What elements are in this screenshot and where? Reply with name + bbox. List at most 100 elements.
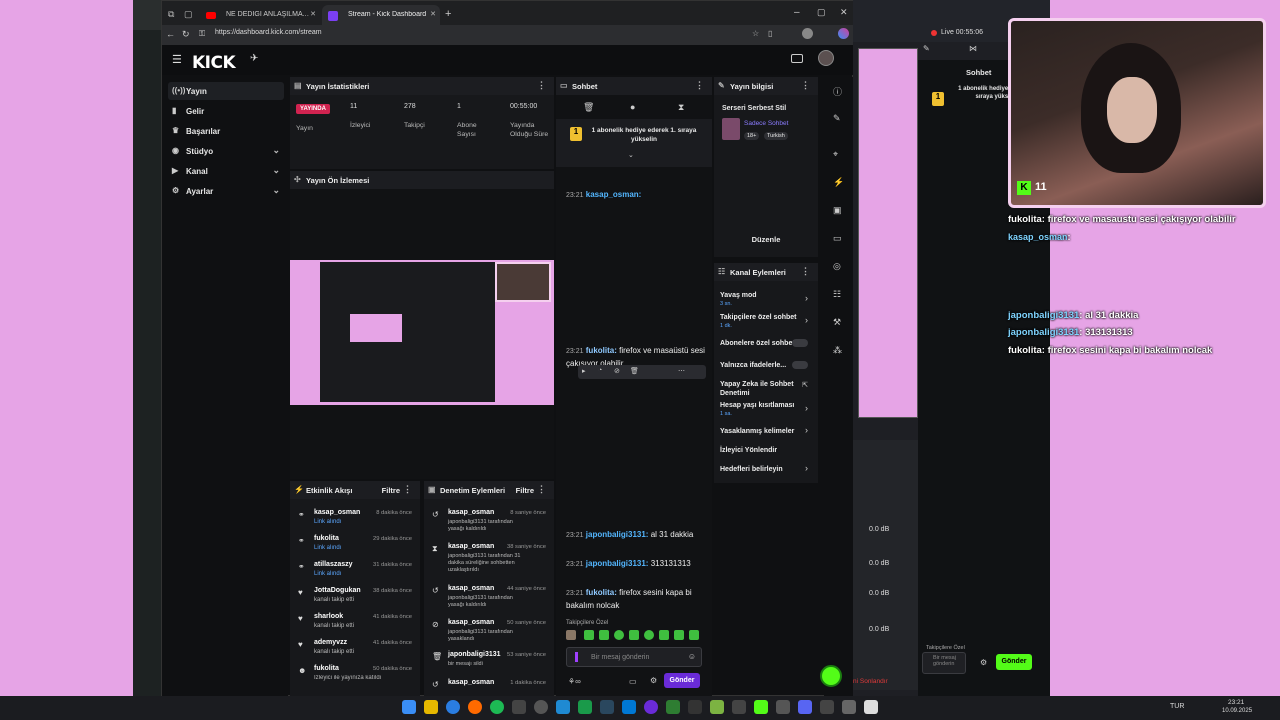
emote-icon[interactable] — [629, 630, 639, 640]
url-text[interactable]: https://dashboard.kick.com/stream — [215, 29, 322, 36]
close-tab-icon[interactable]: ✕ — [310, 10, 316, 18]
emote-icon[interactable] — [674, 630, 684, 640]
sliders-icon[interactable]: ☷ — [833, 289, 841, 300]
explorer-icon[interactable] — [424, 700, 438, 714]
tab-youtube[interactable]: NE DEDİĞİ ANLAŞILMAYAN KADI ✕ — [200, 5, 320, 27]
chevron-down-icon[interactable]: ⌄ — [272, 165, 280, 176]
info-icon[interactable]: ⓘ — [833, 85, 842, 98]
store-icon[interactable] — [622, 700, 636, 714]
edge-icon[interactable] — [446, 700, 460, 714]
more-icon[interactable]: ⋮ — [403, 484, 412, 495]
app-icon[interactable] — [710, 700, 724, 714]
expand-icon[interactable]: ⌄ — [628, 151, 634, 159]
steam-icon[interactable] — [600, 700, 614, 714]
clipboard-icon[interactable]: ▣ — [833, 205, 842, 216]
vscode-icon[interactable] — [556, 700, 570, 714]
new-tab-icon[interactable]: + — [445, 8, 451, 20]
favorite-icon[interactable]: ☆ — [752, 29, 759, 38]
ban-icon[interactable]: ⊘ — [614, 367, 620, 375]
emote-icon[interactable] — [659, 630, 669, 640]
timeout-icon[interactable]: ◔ — [598, 367, 602, 374]
broadcast-icon[interactable]: ◎ — [833, 261, 841, 272]
emote-icon[interactable] — [614, 630, 624, 640]
profile-avatar[interactable] — [802, 28, 813, 39]
share-icon[interactable]: ⋈ — [969, 44, 977, 53]
action-raid[interactable]: İzleyici Yönlendir — [720, 446, 812, 455]
chevron-right-icon[interactable]: › — [805, 315, 808, 325]
more-icon[interactable]: ⋮ — [537, 80, 546, 91]
workspaces-icon[interactable]: ⧉ — [168, 9, 174, 20]
subs-only-toggle[interactable] — [792, 339, 808, 347]
minecraft-icon[interactable] — [666, 700, 680, 714]
discord-icon[interactable] — [798, 700, 812, 714]
nodes-icon[interactable]: ⁂ — [833, 345, 842, 356]
emote-icon[interactable] — [599, 630, 609, 640]
terminal-icon[interactable] — [732, 700, 746, 714]
chat-input[interactable]: Bir mesaj gönderin ☺ — [566, 647, 702, 667]
action-goals[interactable]: Hedefleri belirleyin — [720, 465, 812, 474]
filter-button[interactable]: Filtre — [516, 486, 534, 495]
minimize-icon[interactable]: – — [794, 7, 800, 18]
edit-button[interactable]: Düzenle — [714, 235, 818, 244]
nav-gelir[interactable]: ▮ Gelir — [168, 102, 284, 120]
obs-chat-input[interactable]: Bir mesaj gönderin — [922, 652, 966, 674]
gift-icon[interactable]: ⚘∞ — [568, 677, 581, 686]
close-tab-icon[interactable]: ✕ — [430, 10, 436, 18]
menu-icon[interactable]: ☰ — [172, 53, 182, 66]
nav-basarilar[interactable]: ♛ Başarılar — [168, 122, 284, 140]
more-icon[interactable]: ⋮ — [801, 80, 810, 91]
tab-actions-icon[interactable]: ▢ — [184, 9, 193, 20]
kick-taskbar-icon[interactable] — [754, 700, 768, 714]
chevron-right-icon[interactable]: › — [805, 463, 808, 473]
pencil-icon[interactable]: ✎ — [833, 113, 841, 124]
back-icon[interactable]: ← — [166, 29, 175, 39]
external-link-icon[interactable]: ⇱ — [802, 381, 808, 389]
site-info-icon[interactable]: ⚿ — [199, 29, 205, 39]
action-banned-words[interactable]: Yasaklanmış kelimeler — [720, 427, 812, 436]
pinned-goal[interactable]: 1 1 abonelik hediye ederek 1. sıraya yük… — [556, 119, 712, 167]
send-button[interactable]: Gönder — [664, 673, 700, 688]
app-icon[interactable] — [842, 700, 856, 714]
app-icon[interactable] — [688, 700, 702, 714]
chevron-right-icon[interactable]: › — [805, 293, 808, 303]
crosshair-icon[interactable]: ⌖ — [833, 149, 838, 160]
nav-yayin[interactable]: ((•)) Yayın — [168, 82, 284, 100]
action-account-age[interactable]: Hesap yaşı kısıtlaması 1 sa. — [720, 401, 812, 419]
settings-icon[interactable]: ⚙ — [980, 658, 987, 667]
app-icon[interactable] — [820, 700, 834, 714]
chevron-down-icon[interactable]: ⌄ — [272, 185, 280, 196]
app-icon[interactable] — [776, 700, 790, 714]
spotify-icon[interactable] — [490, 700, 504, 714]
obs-taskbar-icon[interactable] — [644, 700, 658, 714]
more-icon[interactable]: ⋮ — [801, 266, 810, 277]
action-slow-mode[interactable]: Yavaş mod 3 sn. — [720, 291, 812, 309]
more-icon[interactable]: ⋮ — [537, 484, 546, 495]
kick-logo[interactable]: KICK — [192, 53, 236, 73]
emote-icon[interactable] — [644, 630, 654, 640]
comment-icon[interactable]: ● — [630, 102, 635, 112]
emotes-only-toggle[interactable] — [792, 361, 808, 369]
maximize-icon[interactable]: ▢ — [817, 7, 826, 18]
emote-icon[interactable] — [566, 630, 576, 640]
action-ai-moderation[interactable]: Yapay Zeka ile Sohbet Denetimi — [720, 380, 812, 398]
filter-button[interactable]: Filtre — [382, 486, 400, 495]
pin-icon[interactable]: ▸ — [582, 367, 586, 375]
action-followers-only[interactable]: Takipçilere özel sohbet 1 dk. — [720, 313, 812, 331]
lightning-icon[interactable]: ⚡ — [833, 177, 844, 188]
notion-icon[interactable] — [512, 700, 526, 714]
wrench-icon[interactable]: ⚒ — [833, 317, 841, 328]
reload-icon[interactable]: ↻ — [182, 29, 190, 40]
studio-mode-icon[interactable] — [791, 54, 803, 63]
chat-bubble-icon[interactable]: ▭ — [629, 677, 637, 686]
chatgpt-icon[interactable] — [534, 700, 548, 714]
close-window-icon[interactable]: ✕ — [840, 7, 848, 18]
chevron-down-icon[interactable]: ⌄ — [272, 145, 280, 156]
app-icon[interactable] — [864, 700, 878, 714]
nav-ayarlar[interactable]: ⚙ Ayarlar ⌄ — [168, 182, 284, 200]
chevron-right-icon[interactable]: › — [805, 403, 808, 413]
copilot-icon[interactable] — [838, 28, 849, 39]
nav-kanal[interactable]: ▶ Kanal ⌄ — [168, 162, 284, 180]
edit-icon[interactable]: ✎ — [923, 44, 930, 53]
user-avatar[interactable] — [818, 50, 834, 66]
emote-icon[interactable] — [584, 630, 594, 640]
